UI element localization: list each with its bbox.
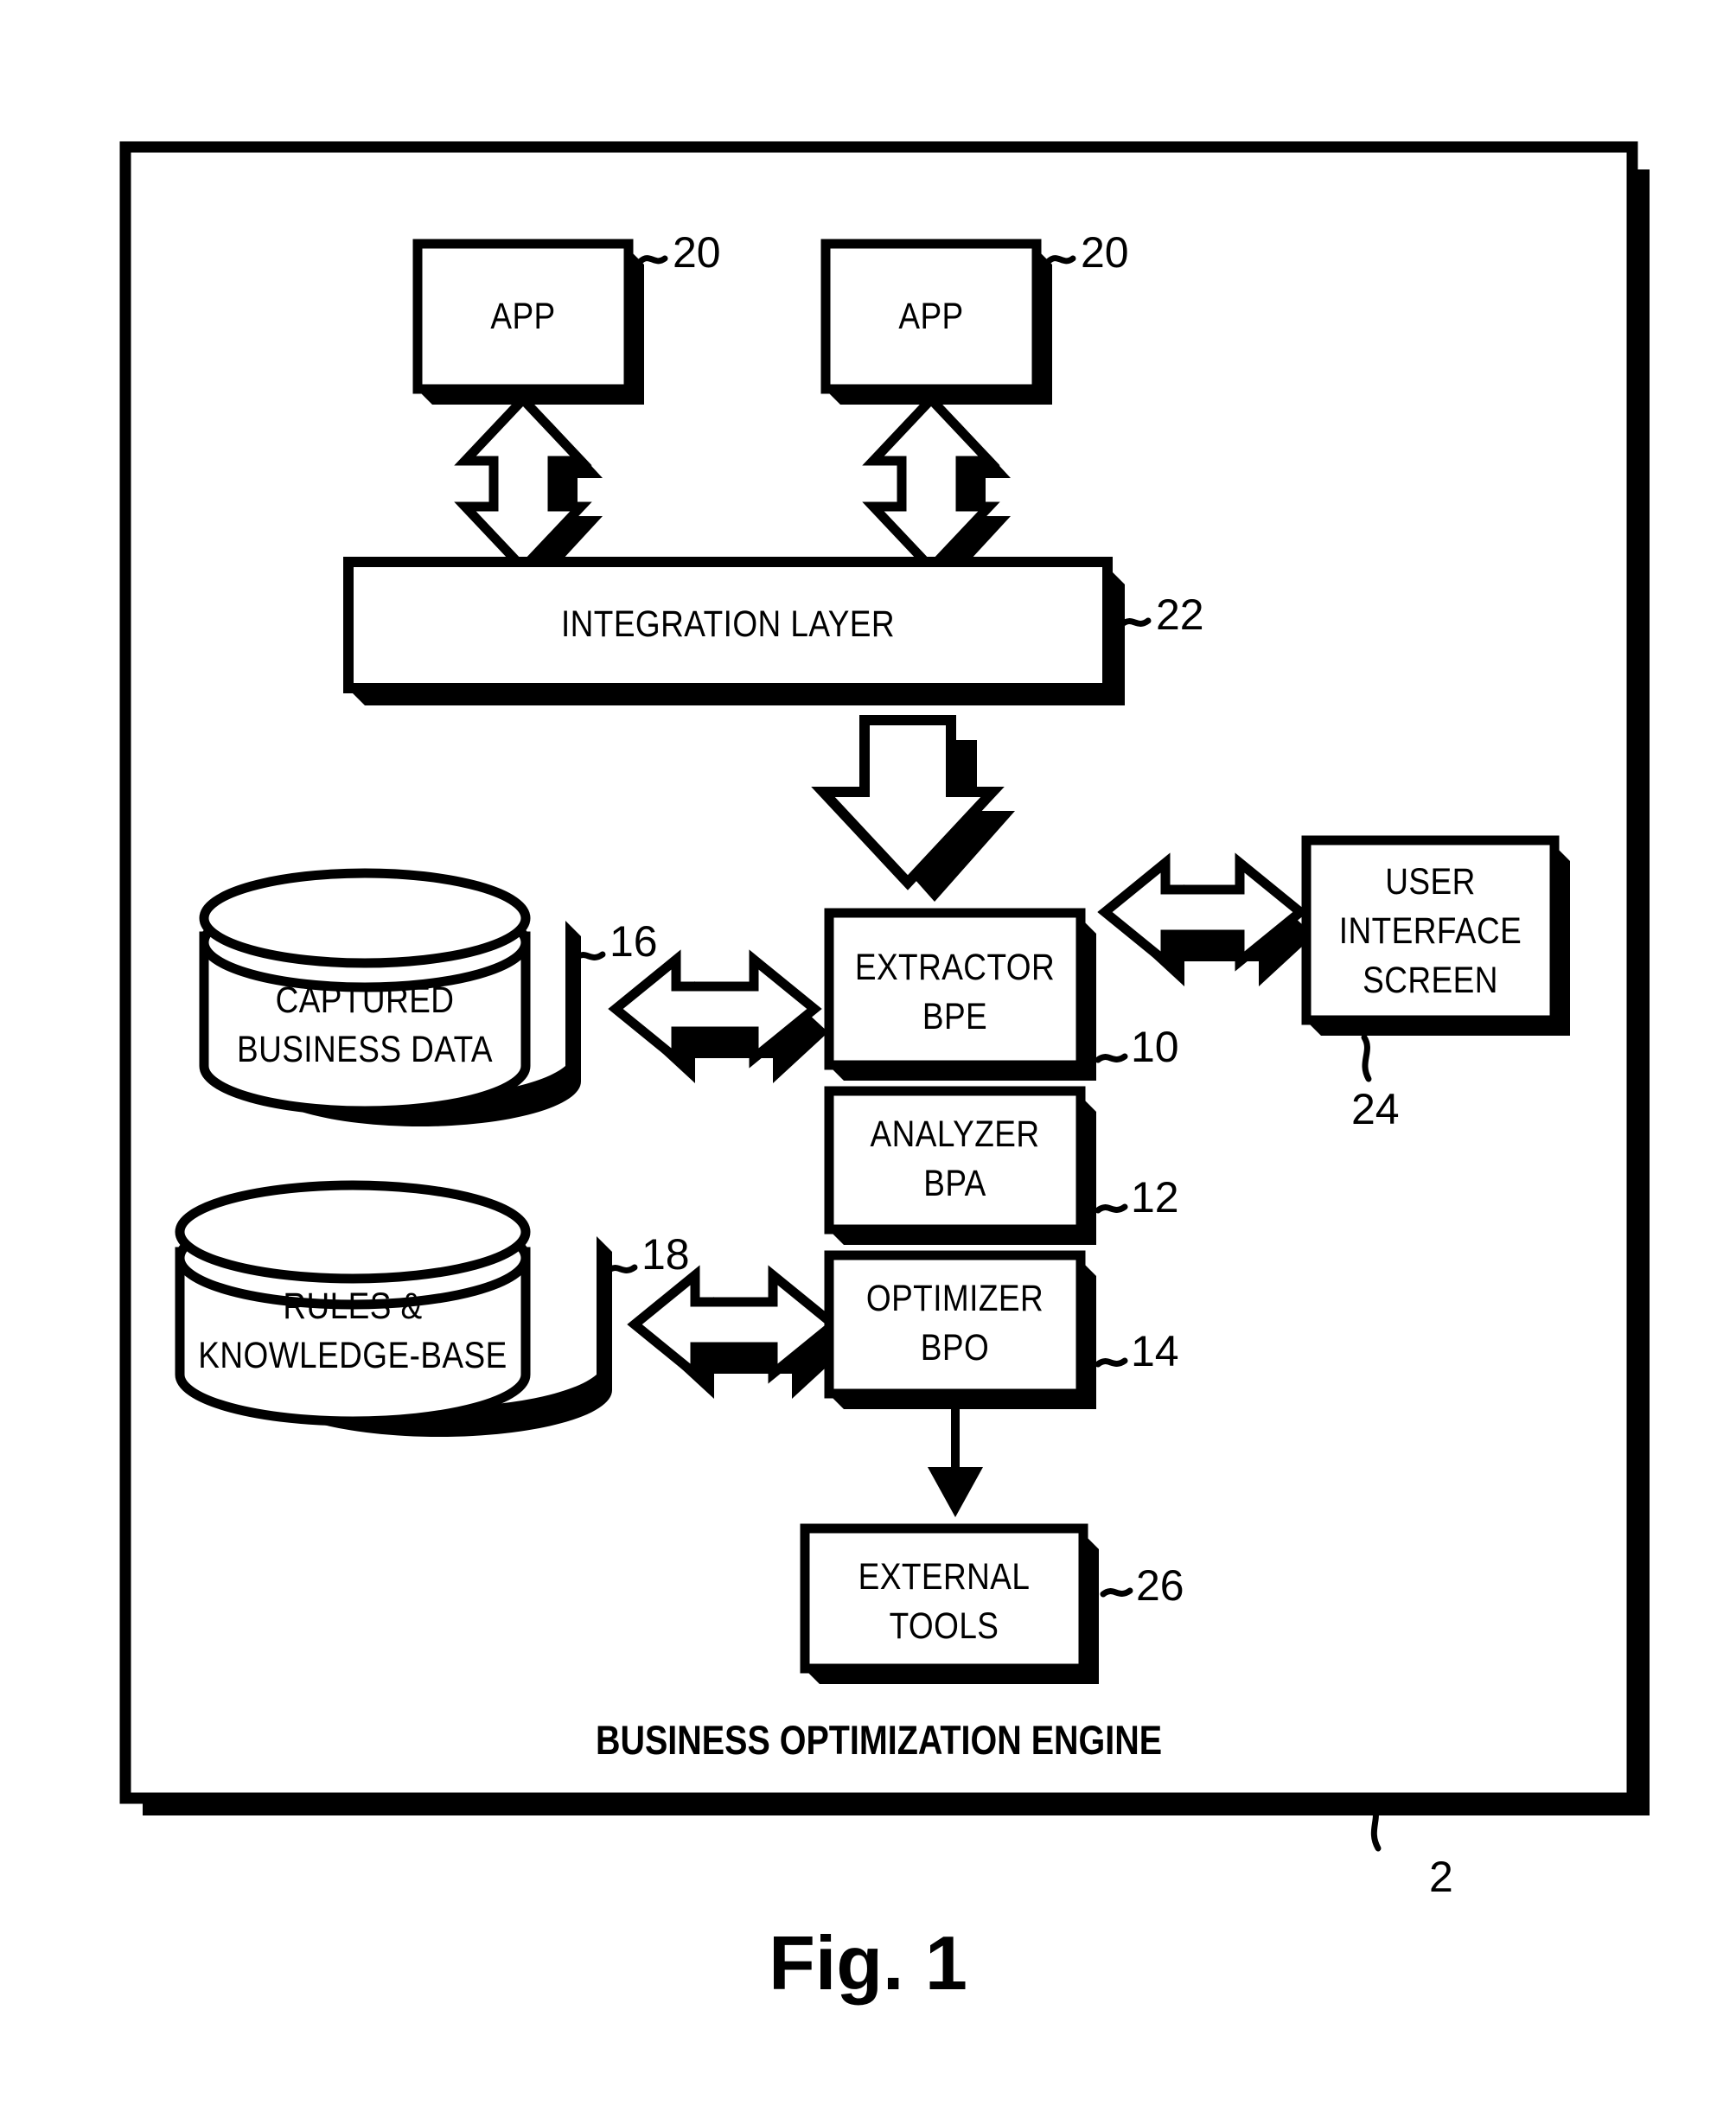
diagram-vector-layer xyxy=(119,141,1650,1852)
user-interface-screen-ref: 24 xyxy=(1351,1085,1400,1133)
user-interface-screen-box[interactable] xyxy=(1301,835,1570,1036)
integration-layer-box[interactable] xyxy=(343,557,1125,705)
external-tools-ref: 26 xyxy=(1136,1561,1184,1610)
extractor-bpe-ref: 10 xyxy=(1131,1023,1179,1071)
rules-knowledge-base-ref: 18 xyxy=(641,1230,690,1279)
captured-business-data-cylinder[interactable] xyxy=(199,868,581,1126)
app-right-ref: 20 xyxy=(1081,228,1129,277)
engine-frame-ref: 2 xyxy=(1429,1853,1453,1901)
optimizer-bpo-ref: 14 xyxy=(1131,1327,1179,1375)
integration-layer-ref: 22 xyxy=(1156,590,1204,639)
analyzer-bpa-box[interactable] xyxy=(824,1086,1096,1245)
app-right-box[interactable] xyxy=(820,239,1052,405)
app-left-box[interactable] xyxy=(412,239,644,405)
figure-sheet: APP 20 APP 20 INTEGRATION LAYER 22 CAPTU… xyxy=(0,0,1736,2112)
extractor-bpe-box[interactable] xyxy=(824,908,1096,1081)
app-left-ref: 20 xyxy=(673,228,721,277)
external-tools-box[interactable] xyxy=(800,1523,1099,1684)
captured-business-data-ref: 16 xyxy=(610,917,658,966)
analyzer-bpa-ref: 12 xyxy=(1131,1173,1179,1222)
figure-caption: Fig. 1 xyxy=(769,1920,967,2006)
engine-frame-title: BUSINESS OPTIMIZATION ENGINE xyxy=(595,1717,1163,1763)
optimizer-bpo-box[interactable] xyxy=(824,1250,1096,1409)
